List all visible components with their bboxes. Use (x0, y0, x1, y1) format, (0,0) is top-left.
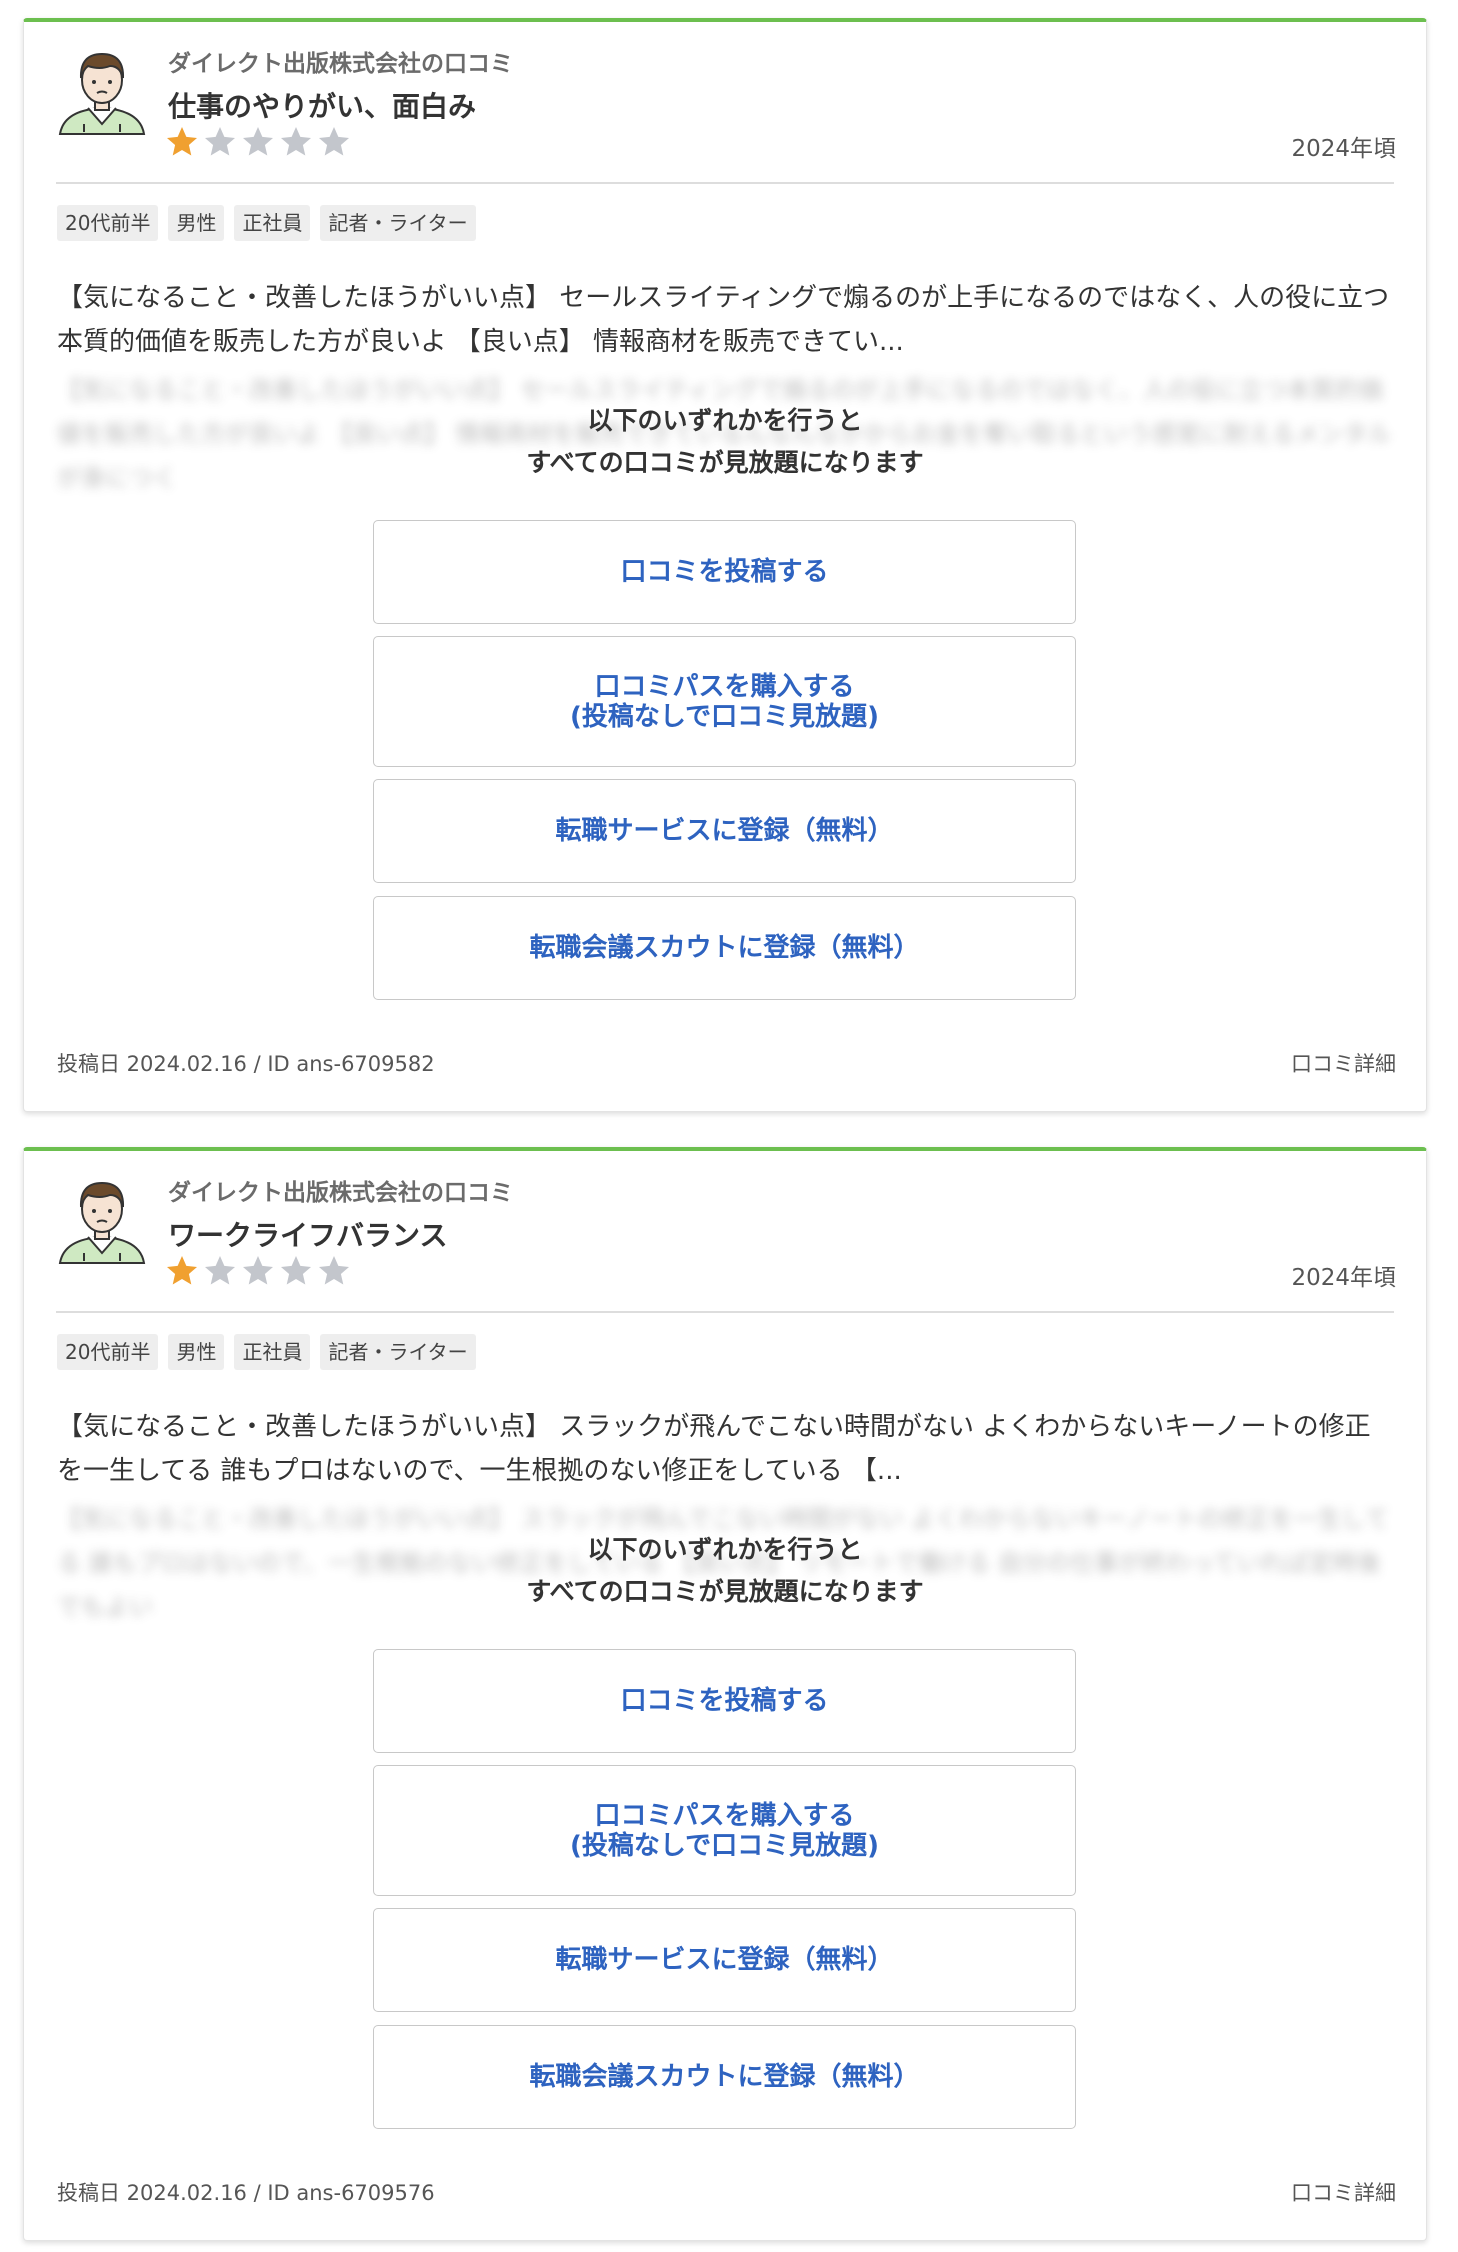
register-job-service-label: 転職サービスに登録（無料） (555, 816, 894, 846)
review-excerpt: 【気になること・改善したほうがいい点】 セールスライティングで煽るのが上手になる… (57, 283, 1390, 357)
register-scout-button[interactable]: 転職会議スカウトに登録（無料） (373, 896, 1076, 1000)
unlock-line-2: すべての口コミが見放題になります (526, 448, 924, 477)
buy-review-pass-button[interactable]: 口コミパスを購入する (投稿なしで口コミ見放題) (373, 1765, 1076, 1896)
unlock-message: 以下のいずれかを行うと すべての口コミが見放題になります (24, 1529, 1426, 1613)
unlock-line-1: 以下のいずれかを行うと (587, 406, 863, 435)
company-name: ダイレクト出版株式会社の口コミ (168, 1180, 513, 1206)
tag-age: 20代前半 (57, 1334, 159, 1370)
unlock-line-2: すべての口コミが見放題になります (526, 1577, 924, 1606)
star-empty-icon (243, 1256, 273, 1285)
review-period: 2024年頃 (1291, 136, 1396, 162)
unlock-message: 以下のいずれかを行うと すべての口コミが見放題になります (24, 400, 1426, 484)
star-filled-icon (167, 127, 197, 156)
review-title: 仕事のやりがい、面白み (168, 90, 477, 123)
review-title: ワークライフバランス (168, 1219, 448, 1252)
register-scout-button[interactable]: 転職会議スカウトに登録（無料） (373, 2025, 1076, 2129)
buy-review-pass-label: 口コミパスを購入する (594, 671, 855, 702)
tag-employment: 正社員 (234, 205, 311, 241)
register-job-service-button[interactable]: 転職サービスに登録（無料） (373, 779, 1076, 883)
post-meta: 投稿日 2024.02.16 / ID ans-6709582 (57, 1052, 435, 1076)
register-scout-label: 転職会議スカウトに登録（無料） (529, 2062, 920, 2092)
tag-list: 20代前半 男性 正社員 記者・ライター (57, 1334, 476, 1370)
post-review-button-label: 口コミを投稿する (620, 557, 829, 587)
star-empty-icon (281, 1256, 311, 1285)
buy-review-pass-sublabel: (投稿なしで口コミ見放題) (570, 701, 879, 732)
tag-age: 20代前半 (57, 205, 159, 241)
register-job-service-button[interactable]: 転職サービスに登録（無料） (373, 1908, 1076, 2012)
star-empty-icon (319, 1256, 349, 1285)
tag-list: 20代前半 男性 正社員 記者・ライター (57, 205, 476, 241)
post-meta: 投稿日 2024.02.16 / ID ans-6709576 (57, 2181, 435, 2205)
post-review-button[interactable]: 口コミを投稿する (373, 520, 1076, 624)
tag-gender: 男性 (168, 205, 225, 241)
star-empty-icon (243, 127, 273, 156)
buy-review-pass-button[interactable]: 口コミパスを購入する (投稿なしで口コミ見放題) (373, 636, 1076, 767)
tag-job: 記者・ライター (320, 205, 476, 241)
star-empty-icon (205, 127, 235, 156)
star-empty-icon (281, 127, 311, 156)
star-empty-icon (205, 1256, 235, 1285)
unlock-line-1: 以下のいずれかを行うと (587, 1535, 863, 1564)
register-scout-label: 転職会議スカウトに登録（無料） (529, 933, 920, 963)
review-excerpt: 【気になること・改善したほうがいい点】 スラックが飛んでこない時間がない よくわ… (57, 1412, 1371, 1486)
star-rating (164, 1253, 352, 1289)
post-review-button[interactable]: 口コミを投稿する (373, 1649, 1076, 1753)
divider (56, 1311, 1394, 1313)
review-card: ダイレクト出版株式会社の口コミ ワークライフバランス 2024年頃 20代前半 … (23, 1147, 1427, 2241)
star-filled-icon (167, 1256, 197, 1285)
tag-gender: 男性 (168, 1334, 225, 1370)
divider (56, 182, 1394, 184)
tag-employment: 正社員 (234, 1334, 311, 1370)
company-name: ダイレクト出版株式会社の口コミ (168, 51, 513, 77)
star-rating (164, 124, 352, 160)
star-empty-icon (319, 127, 349, 156)
user-avatar-icon (58, 52, 146, 135)
review-detail-link[interactable]: 口コミ詳細 (1291, 2177, 1396, 2207)
register-job-service-label: 転職サービスに登録（無料） (555, 1945, 894, 1975)
tag-job: 記者・ライター (320, 1334, 476, 1370)
review-period: 2024年頃 (1291, 1265, 1396, 1291)
post-review-button-label: 口コミを投稿する (620, 1686, 829, 1716)
user-avatar-icon (58, 1181, 146, 1264)
review-detail-link[interactable]: 口コミ詳細 (1291, 1048, 1396, 1078)
buy-review-pass-sublabel: (投稿なしで口コミ見放題) (570, 1830, 879, 1861)
buy-review-pass-label: 口コミパスを購入する (594, 1800, 855, 1831)
review-card: ダイレクト出版株式会社の口コミ 仕事のやりがい、面白み 2024年頃 20代前半… (23, 18, 1427, 1112)
